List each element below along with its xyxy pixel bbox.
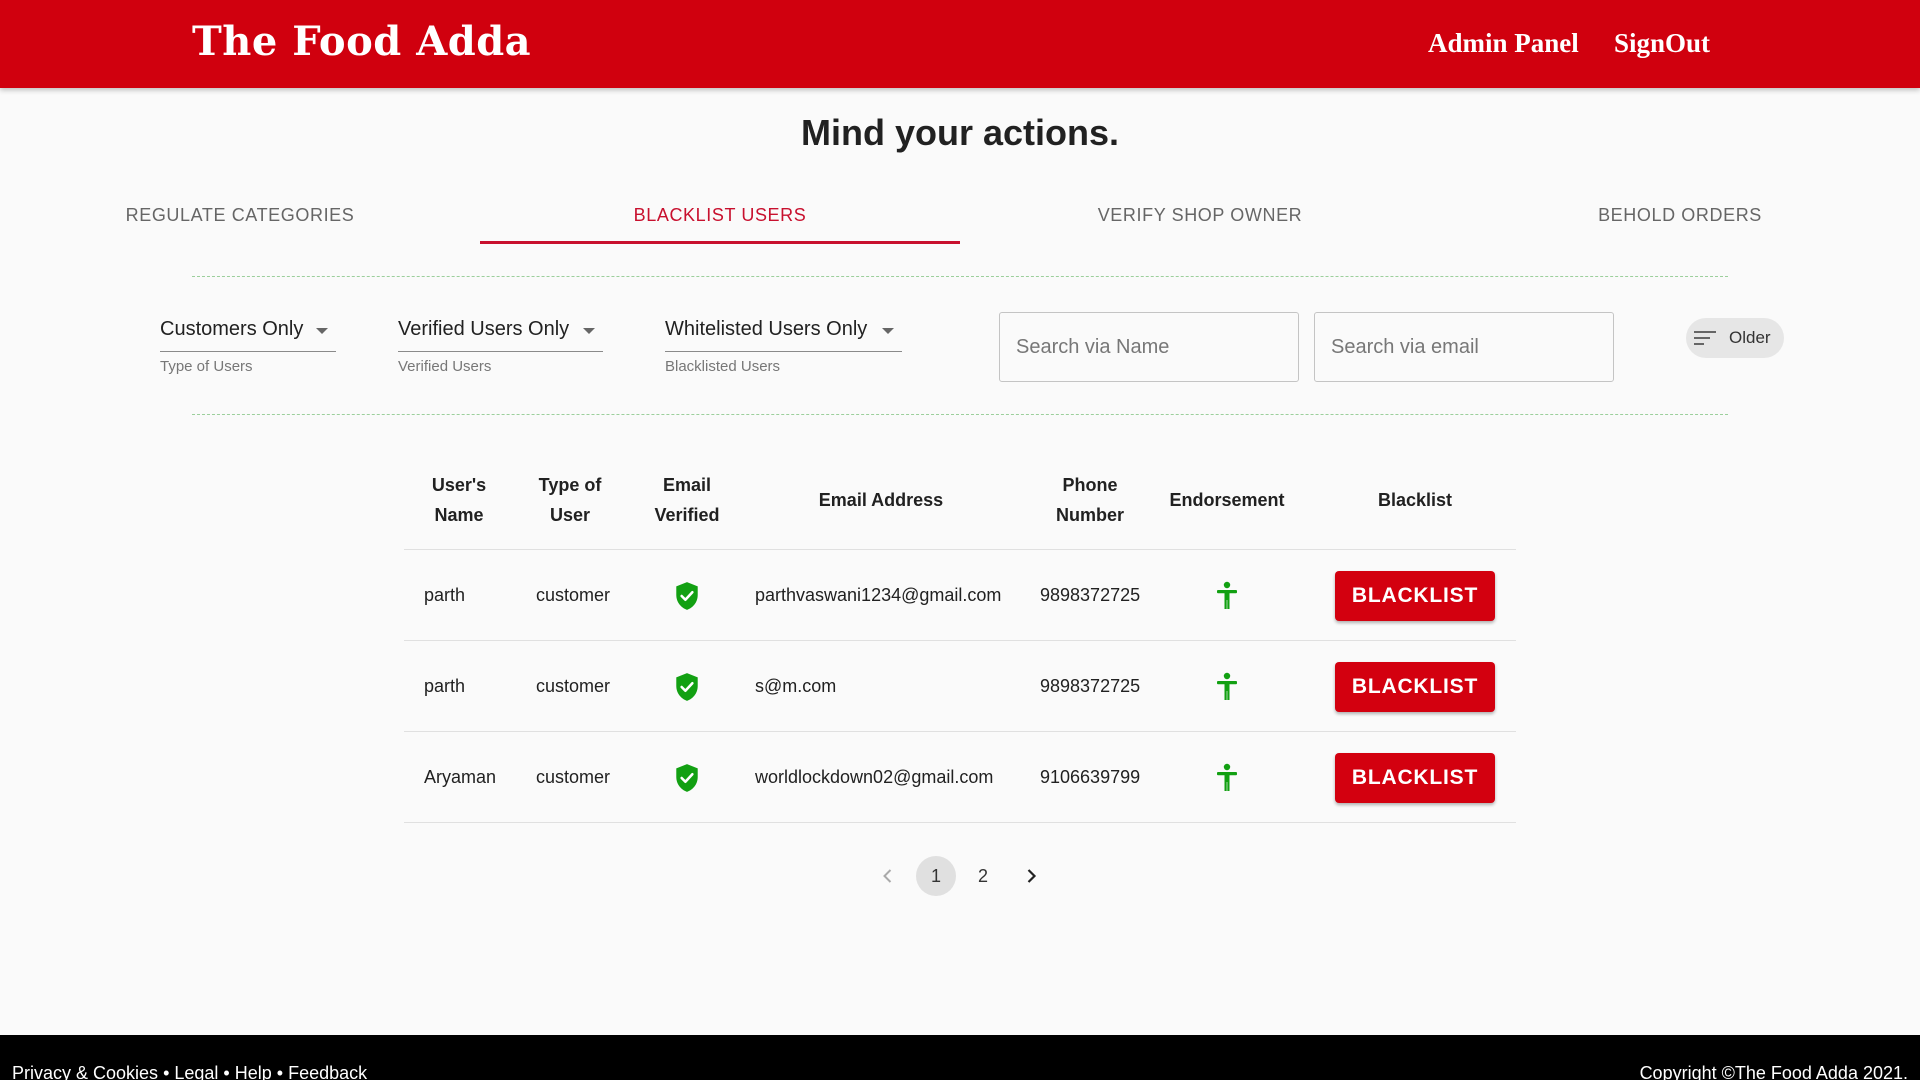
cell-endorsement[interactable] xyxy=(1202,550,1252,641)
cell-name: parth xyxy=(424,585,466,605)
cell-blacklist: BLACKLIST xyxy=(1335,732,1495,823)
col-header-type: Type of User xyxy=(538,475,602,525)
admin-panel-link[interactable]: Admin Panel xyxy=(1428,28,1579,59)
tab-bar: REGULATE CATEGORIES BLACKLIST USERS VERI… xyxy=(0,190,1920,246)
blacklisted-users-helper: Blacklisted Users xyxy=(665,358,781,375)
cell-endorsement[interactable] xyxy=(1202,732,1252,823)
cell-phone: 9106639799 xyxy=(1040,767,1141,787)
col-header-blacklist: Blacklist xyxy=(1377,490,1453,510)
cell-email: parthvaswani1234@gmail.com xyxy=(755,585,1002,605)
blacklist-button[interactable]: BLACKLIST xyxy=(1335,752,1495,803)
page-title: Mind your actions. xyxy=(800,112,1120,153)
app-header: The Food Adda Admin Panel SignOut xyxy=(0,0,1920,88)
search-email-input[interactable] xyxy=(1314,312,1614,382)
verified-users-select[interactable]: Verified Users Only xyxy=(398,314,603,352)
sort-order-chip[interactable]: Older xyxy=(1686,318,1784,358)
shield-check-icon xyxy=(676,581,698,610)
shield-check-icon xyxy=(676,672,698,701)
tab-behold-orders[interactable]: BEHOLD ORDERS xyxy=(1440,190,1920,244)
cell-email: s@m.com xyxy=(755,676,837,696)
next-page-button[interactable] xyxy=(1011,856,1051,896)
page-button-2[interactable]: 2 xyxy=(963,856,1003,896)
tab-verify-shop-owner[interactable]: VERIFY SHOP OWNER xyxy=(960,190,1440,244)
cell-name: Aryaman xyxy=(424,767,497,787)
tab-blacklist-users[interactable]: BLACKLIST USERS xyxy=(480,190,960,244)
accessibility-icon[interactable] xyxy=(1215,763,1239,793)
accessibility-icon[interactable] xyxy=(1215,672,1239,702)
col-header-phone: Phone Number xyxy=(1055,475,1124,525)
accessibility-icon[interactable] xyxy=(1215,581,1239,611)
cell-verified xyxy=(662,732,712,823)
col-header-email: Email Address xyxy=(818,490,944,510)
user-type-select-value: Customers Only xyxy=(160,318,304,340)
cell-phone: 9898372725 xyxy=(1040,676,1141,696)
footer-separator: • xyxy=(271,1063,289,1080)
search-name-input[interactable] xyxy=(999,312,1299,382)
users-table: User's Name Type of User Email Verified … xyxy=(404,450,1516,823)
page-button-1[interactable]: 1 xyxy=(916,856,956,896)
cell-type: customer xyxy=(536,585,611,605)
signout-link[interactable]: SignOut xyxy=(1614,28,1710,59)
verified-users-helper: Verified Users xyxy=(398,358,492,375)
cell-blacklist: BLACKLIST xyxy=(1335,641,1495,732)
col-header-name: User's Name xyxy=(431,475,487,525)
chevron-down-icon xyxy=(316,328,328,334)
privacy-cookies-link[interactable]: Privacy & Cookies xyxy=(12,1063,158,1080)
cell-phone: 9898372725 xyxy=(1040,585,1141,605)
table-row: Aryaman customer worldlockdown02@gmail.c… xyxy=(404,732,1516,823)
chevron-left-icon xyxy=(883,869,892,883)
cell-name: parth xyxy=(424,676,466,696)
cell-verified xyxy=(662,550,712,641)
active-tab-indicator xyxy=(480,241,960,244)
cell-type: customer xyxy=(536,676,611,696)
blacklist-button[interactable]: BLACKLIST xyxy=(1335,570,1495,621)
page-footer: Privacy & Cookies • Legal • Help • Feedb… xyxy=(0,1035,1920,1080)
shield-check-icon xyxy=(676,763,698,792)
cell-blacklist: BLACKLIST xyxy=(1335,550,1495,641)
legal-link[interactable]: Legal xyxy=(174,1063,218,1080)
table-header: User's Name Type of User Email Verified … xyxy=(404,450,1516,550)
brand-logo[interactable]: The Food Adda xyxy=(192,18,531,65)
verified-users-select-value: Verified Users Only xyxy=(398,318,570,340)
sort-lines-icon xyxy=(1694,329,1718,347)
blacklist-button[interactable]: BLACKLIST xyxy=(1335,661,1495,712)
cell-type: customer xyxy=(536,767,611,787)
help-link[interactable]: Help xyxy=(235,1063,272,1080)
footer-separator: • xyxy=(158,1063,175,1080)
user-type-helper: Type of Users xyxy=(160,358,253,375)
feedback-link[interactable]: Feedback xyxy=(288,1063,367,1080)
chevron-down-icon xyxy=(583,328,595,334)
footer-links: Privacy & Cookies • Legal • Help • Feedb… xyxy=(12,1063,367,1080)
prev-page-button[interactable] xyxy=(868,856,908,896)
cell-endorsement[interactable] xyxy=(1202,641,1252,732)
col-header-verified: Email Verified xyxy=(654,475,720,525)
footer-separator: • xyxy=(218,1063,235,1080)
col-header-endorsement: Endorsement xyxy=(1169,490,1285,510)
user-type-select[interactable]: Customers Only xyxy=(160,314,336,352)
pagination: 1 2 xyxy=(0,856,1920,896)
cell-verified xyxy=(662,641,712,732)
tab-regulate-categories[interactable]: REGULATE CATEGORIES xyxy=(0,190,480,244)
filters-top-divider xyxy=(192,276,1728,277)
chevron-down-icon xyxy=(882,328,894,334)
cell-email: worldlockdown02@gmail.com xyxy=(755,767,994,787)
table-row: parth customer s@m.com 9898372725 BLACKL… xyxy=(404,641,1516,732)
blacklisted-users-select[interactable]: Whitelisted Users Only xyxy=(665,314,902,352)
sort-order-label: Older xyxy=(1729,328,1771,347)
blacklisted-users-select-value: Whitelisted Users Only xyxy=(665,318,868,340)
chevron-right-icon xyxy=(1027,869,1037,883)
table-row: parth customer parthvaswani1234@gmail.co… xyxy=(404,550,1516,641)
filters-bottom-divider xyxy=(192,414,1728,415)
copyright-text: Copyright ©The Food Adda 2021. xyxy=(1639,1063,1908,1080)
